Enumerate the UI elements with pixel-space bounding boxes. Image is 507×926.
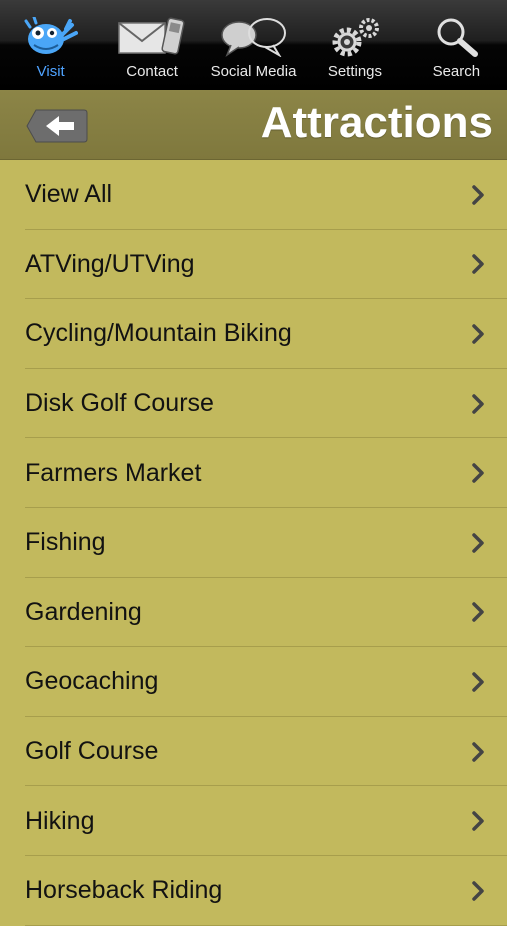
chevron-right-icon: [472, 533, 484, 553]
envelope-phone-icon: [117, 15, 187, 59]
chevron-right-icon: [472, 811, 484, 831]
list-item[interactable]: View All: [0, 160, 507, 230]
chevron-right-icon: [472, 393, 484, 414]
list-item[interactable]: Golf Course: [0, 717, 507, 787]
list-item[interactable]: Farmers Market: [0, 438, 507, 508]
list-item-label: Hiking: [25, 806, 95, 835]
page-title: Attractions: [260, 98, 493, 147]
list-item-label: Horseback Riding: [25, 876, 223, 905]
tab-label: Visit: [36, 63, 65, 80]
chevron-right-icon: [472, 672, 484, 692]
list-item[interactable]: Geocaching: [0, 647, 507, 717]
tab-visit[interactable]: Visit: [0, 0, 101, 90]
tab-label: Settings: [327, 63, 383, 80]
list-item[interactable]: Fishing: [0, 508, 507, 578]
tab-contact[interactable]: Contact: [101, 0, 202, 90]
chevron-right-icon: [472, 741, 484, 762]
magnifier-icon: [431, 15, 481, 59]
list-item-label: Cycling/Mountain Biking: [25, 319, 292, 348]
speech-bubbles-icon: [219, 15, 289, 59]
list-item[interactable]: Gardening: [0, 578, 507, 648]
chevron-right-icon: [472, 254, 484, 275]
list-item-label: ATVing/UTVing: [25, 249, 195, 278]
tab-search[interactable]: Search: [406, 0, 507, 90]
list-item-label: Gardening: [25, 597, 142, 626]
tab-label: Contact: [126, 63, 178, 80]
chevron-right-icon: [472, 602, 484, 623]
tab-settings[interactable]: Settings: [304, 0, 405, 90]
list-item-label: Geocaching: [25, 667, 159, 696]
tab-label: Social Media: [210, 63, 297, 80]
list-item[interactable]: Cycling/Mountain Biking: [0, 299, 507, 369]
list-item-label: Golf Course: [25, 737, 159, 766]
back-arrow-icon: [26, 109, 88, 143]
list-item-label: Disk Golf Course: [25, 389, 214, 418]
chevron-right-icon: [472, 463, 484, 483]
attractions-list: View All ATVing/UTVing Cycling/Mountain …: [0, 160, 507, 926]
gears-icon: [325, 15, 385, 59]
mascot-icon: [24, 15, 78, 59]
chevron-right-icon: [472, 324, 484, 344]
back-button[interactable]: [26, 108, 88, 144]
list-item[interactable]: Hiking: [0, 786, 507, 856]
chevron-right-icon: [472, 185, 484, 205]
tab-bar: Visit Contact Social Media Settings Sear…: [0, 0, 507, 90]
list-item-label: Fishing: [25, 528, 106, 557]
list-item[interactable]: ATVing/UTVing: [0, 230, 507, 300]
list-item-label: Farmers Market: [25, 458, 202, 487]
tab-social-media[interactable]: Social Media: [203, 0, 304, 90]
list-item[interactable]: Horseback Riding: [0, 856, 507, 926]
tab-label: Search: [432, 63, 481, 80]
list-item[interactable]: Disk Golf Course: [0, 369, 507, 439]
list-item-label: View All: [25, 180, 113, 209]
page-header: Attractions: [0, 90, 507, 160]
chevron-right-icon: [472, 880, 484, 901]
